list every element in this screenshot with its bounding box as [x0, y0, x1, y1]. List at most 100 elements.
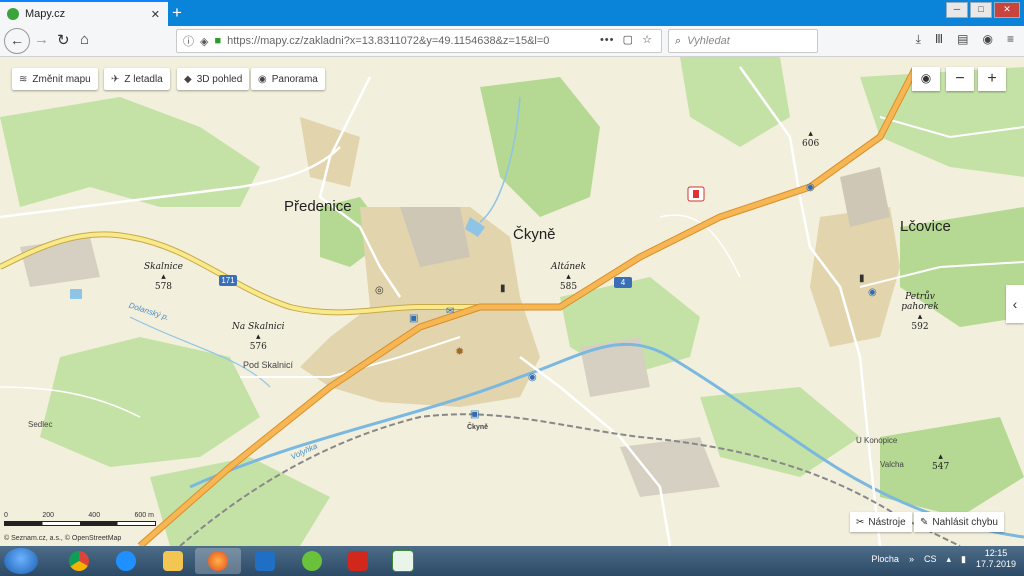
cube-icon: ◆: [184, 73, 192, 85]
app-taskbar-button[interactable]: [380, 548, 426, 574]
aerial-view-button[interactable]: ✈ Z letadla: [104, 68, 170, 90]
info-point-icon[interactable]: ▮: [500, 283, 506, 294]
peak-547: ▴ 547: [932, 452, 950, 472]
place-label-lcovice: Lčovice: [900, 218, 951, 235]
landmark-icon[interactable]: ◎: [375, 285, 384, 296]
new-tab-button[interactable]: +: [172, 3, 182, 23]
ie-taskbar-button[interactable]: [103, 548, 149, 574]
post-office-icon[interactable]: ✉: [446, 306, 454, 317]
peak-petruv-pahorek: Petrův pahorek ▴ 592: [901, 292, 939, 332]
chrome-taskbar-button[interactable]: [56, 548, 102, 574]
folder-icon: [163, 551, 183, 571]
info-point-icon-2[interactable]: ▮: [859, 273, 865, 284]
place-label-valcha: Valcha: [880, 460, 904, 469]
acrobat-taskbar-button[interactable]: [335, 548, 381, 574]
map-copyright[interactable]: © Seznam.cz, a.s., © OpenStreetMap: [4, 535, 121, 542]
desktop-toolbar[interactable]: Plocha: [871, 554, 899, 564]
lock-icon[interactable]: ■: [214, 35, 221, 47]
outlook-icon: [255, 551, 275, 571]
start-button[interactable]: [4, 548, 38, 574]
panorama-button[interactable]: ◉ Panorama: [251, 68, 325, 90]
side-panel-toggle[interactable]: ‹: [1006, 285, 1024, 323]
map-scale: 0 200 400 600 m: [4, 512, 156, 526]
search-input[interactable]: ⌕ Vyhledat: [668, 29, 818, 53]
back-button[interactable]: ←: [4, 28, 30, 54]
language-indicator[interactable]: CS: [924, 554, 937, 564]
reload-button[interactable]: ↻: [57, 31, 70, 49]
zoom-out-button[interactable]: −: [946, 67, 974, 91]
zoom-in-button[interactable]: +: [978, 67, 1006, 91]
place-label-sedlec: Sedlec: [28, 420, 53, 429]
train-station-icon[interactable]: ▣: [470, 409, 479, 420]
place-label-pod-skalnici: Pod Skalnicí: [243, 360, 294, 370]
window-controls: ─ □ ✕: [946, 2, 1020, 18]
bus-stop-icon[interactable]: ▣: [409, 313, 418, 324]
library-icon[interactable]: Ⅲ: [935, 32, 943, 47]
layers-icon: ≋: [19, 73, 28, 85]
bus-stop-icon-2[interactable]: ◉: [528, 372, 537, 383]
maximize-button[interactable]: □: [970, 2, 992, 18]
report-error-button[interactable]: ✎ Nahlásit chybu: [914, 512, 1004, 532]
clock[interactable]: 12:15 17.7.2019: [976, 548, 1016, 570]
peak-altanek: Altánek ▴ 585: [551, 262, 586, 292]
peak-na-skalnici: Na Skalnici ▴ 576: [232, 322, 285, 352]
info-icon[interactable]: ⓘ: [183, 33, 194, 49]
sidebar-icon[interactable]: ▤: [957, 32, 968, 47]
tab-bar: Mapy.cz ✕ + ─ □ ✕: [0, 0, 1024, 26]
tab-title: Mapy.cz: [25, 8, 66, 20]
account-icon[interactable]: ◉: [983, 32, 993, 47]
app-icon: [392, 550, 414, 572]
address-bar[interactable]: ⓘ ◈ ■ https://mapy.cz/zakladni?x=13.8311…: [176, 29, 662, 53]
tray-arrow-icon[interactable]: ▴: [946, 554, 951, 565]
menu-icon[interactable]: ≡: [1007, 32, 1014, 47]
minimize-button[interactable]: ─: [946, 2, 968, 18]
tools-button[interactable]: ✂ Nástroje: [850, 512, 912, 532]
system-tray: Plocha » CS ▴ ▮ 12:15 17.7.2019: [871, 548, 1016, 570]
download-icon[interactable]: ⤓: [916, 32, 921, 47]
firefox-taskbar-button[interactable]: [195, 548, 241, 574]
icq-taskbar-button[interactable]: [289, 548, 335, 574]
url-text[interactable]: https://mapy.cz/zakladni?x=13.8311072&y=…: [227, 35, 549, 47]
navigation-bar: ← → ↻ ⌂ ⓘ ◈ ■ https://mapy.cz/zakladni?x…: [0, 26, 1024, 57]
map-graphics: [0, 57, 1024, 546]
station-label-ckyne: Čkyně: [467, 424, 489, 431]
peak-skalnice: Skalnice ▴ 578: [144, 262, 183, 292]
map-canvas[interactable]: ≋ Změnit mapu ✈ Z letadla ◆ 3D pohled ◉ Pano…: [0, 57, 1024, 546]
plane-icon: ✈: [111, 73, 120, 85]
search-placeholder: Vyhledat: [687, 35, 730, 47]
tray-expand-icon[interactable]: »: [909, 554, 914, 564]
peak-606: ▴ 606: [802, 129, 820, 149]
change-map-button[interactable]: ≋ Změnit mapu: [12, 68, 98, 90]
flower-icon: [302, 551, 322, 571]
place-label-ckyne: Čkyně: [513, 226, 556, 243]
tab-mapy[interactable]: Mapy.cz ✕: [0, 0, 168, 26]
mapy-favicon-icon: [7, 8, 19, 20]
forward-button[interactable]: →: [34, 31, 49, 48]
eye-icon: ◉: [258, 73, 267, 85]
locate-me-button[interactable]: ◉: [912, 67, 940, 91]
network-icon[interactable]: ▮: [961, 554, 966, 565]
explorer-taskbar-button[interactable]: [150, 548, 196, 574]
outlook-taskbar-button[interactable]: [242, 548, 288, 574]
shield-icon[interactable]: ◈: [200, 35, 208, 48]
toolbar-icons: ⤓ Ⅲ ▤ ◉ ≡: [916, 32, 1014, 47]
place-label-predenice: Předenice: [284, 198, 352, 215]
3d-view-button[interactable]: ◆ 3D pohled: [177, 68, 250, 90]
page-actions-menu[interactable]: ••• ▢ ☆: [600, 33, 653, 46]
pencil-icon: ✎: [920, 516, 929, 528]
firefox-icon: [208, 551, 228, 571]
taskbar: Plocha » CS ▴ ▮ 12:15 17.7.2019: [0, 546, 1024, 576]
home-button[interactable]: ⌂: [80, 31, 89, 48]
road-shield-4: 4: [614, 277, 632, 288]
bus-stop-icon-3[interactable]: ◉: [806, 182, 815, 193]
pdf-icon: [348, 551, 368, 571]
road-shield-171: 171: [219, 275, 237, 286]
place-label-u-konopice: U Konopice: [856, 436, 898, 445]
internet-explorer-icon: [116, 551, 136, 571]
close-window-button[interactable]: ✕: [994, 2, 1020, 18]
bus-stop-icon-4[interactable]: ◉: [868, 287, 877, 298]
chrome-icon: [69, 551, 89, 571]
tab-close-icon[interactable]: ✕: [151, 8, 160, 21]
tools-icon: ✂: [856, 516, 865, 528]
church-icon[interactable]: ✹: [455, 345, 464, 358]
